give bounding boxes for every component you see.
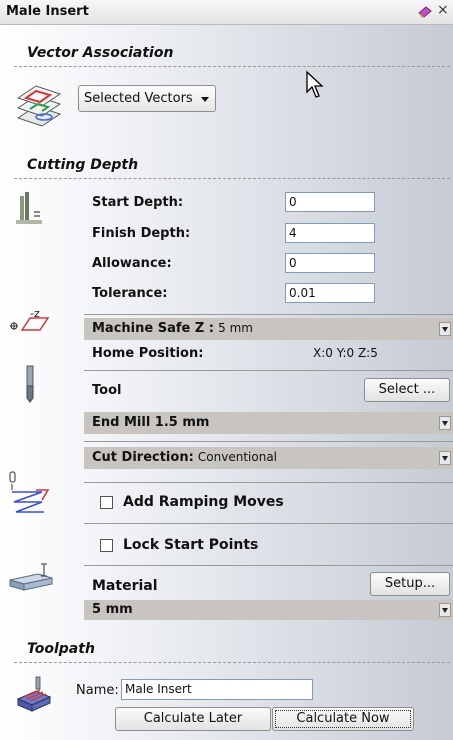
pin-icon[interactable] — [417, 5, 433, 19]
row-separator — [84, 370, 453, 371]
toolpath-name-input[interactable]: Male Insert — [121, 679, 313, 700]
cutting-depth-heading: Cutting Depth — [27, 157, 139, 173]
machine-safe-z-bar[interactable]: Machine Safe Z : 5 mm — [84, 318, 453, 340]
tolerance-input[interactable]: 0.01 — [285, 283, 375, 303]
mouse-cursor-icon — [306, 70, 324, 98]
material-thickness: 5 mm — [92, 602, 133, 617]
cut-direction-value: Conventional — [197, 450, 278, 464]
home-position-value: X:0 Y:0 Z:5 — [313, 346, 378, 360]
safe-z-icon: -z — [10, 307, 50, 331]
row-separator — [84, 482, 453, 483]
row-separator — [84, 314, 453, 315]
lock-start-points-checkbox[interactable] — [100, 539, 113, 552]
finish-depth-input[interactable]: 4 — [285, 223, 375, 243]
title-bar: Male Insert × — [0, 0, 453, 25]
cut-direction-text: Cut Direction: Conventional — [92, 450, 277, 465]
allowance-input[interactable]: 0 — [285, 253, 375, 273]
ramping-icon — [9, 471, 50, 513]
tolerance-label: Tolerance: — [92, 286, 168, 301]
add-ramping-checkbox[interactable] — [100, 496, 113, 509]
section-divider — [14, 66, 450, 67]
select-tool-button[interactable]: Select ... — [364, 378, 450, 402]
expand-arrow-icon[interactable] — [439, 603, 451, 617]
lock-start-points-label: Lock Start Points — [123, 537, 259, 553]
material-setup-button[interactable]: Setup... — [370, 572, 450, 596]
row-separator — [84, 523, 453, 524]
machine-safe-z-text: Machine Safe Z : 5 mm — [92, 321, 253, 336]
layers-icon — [16, 85, 62, 127]
home-position-label: Home Position: — [92, 346, 204, 361]
toolpath-icon — [16, 676, 52, 712]
section-divider — [14, 662, 450, 663]
tool-name: End Mill 1.5 mm — [92, 415, 210, 430]
material-block-icon — [9, 563, 53, 591]
material-label: Material — [92, 578, 158, 594]
tool-name-bar[interactable]: End Mill 1.5 mm — [84, 412, 453, 434]
calculate-now-button[interactable]: Calculate Now — [272, 707, 414, 731]
toolpath-name-label: Name: — [76, 683, 119, 698]
chevron-down-icon — [201, 97, 209, 102]
allowance-label: Allowance: — [92, 256, 172, 271]
section-divider — [14, 178, 450, 179]
expand-arrow-icon[interactable] — [439, 451, 451, 465]
machine-safe-z-value: 5 mm — [218, 321, 253, 335]
finish-depth-label: Finish Depth: — [92, 226, 191, 241]
row-separator — [84, 441, 453, 442]
vector-association-heading: Vector Association — [27, 45, 174, 61]
calculate-later-button[interactable]: Calculate Later — [115, 707, 271, 731]
start-depth-input[interactable]: 0 — [285, 192, 375, 212]
window-title: Male Insert — [6, 4, 89, 19]
close-icon[interactable]: × — [437, 2, 449, 18]
expand-arrow-icon[interactable] — [439, 322, 451, 336]
machine-safe-z-label: Machine Safe Z : — [92, 321, 215, 336]
vector-selection-value: Selected Vectors — [84, 91, 193, 106]
male-insert-panel: Male Insert × Vector Association Selecte… — [0, 0, 453, 740]
add-ramping-label: Add Ramping Moves — [123, 494, 284, 510]
cutting-depth-icon — [16, 192, 42, 224]
row-separator — [84, 565, 453, 566]
toolpath-heading: Toolpath — [27, 641, 95, 657]
start-depth-label: Start Depth: — [92, 195, 184, 210]
expand-arrow-icon[interactable] — [439, 416, 451, 430]
tool-label: Tool — [92, 383, 122, 398]
end-mill-icon — [26, 365, 34, 403]
cut-direction-bar[interactable]: Cut Direction: Conventional — [84, 447, 453, 469]
vector-selection-dropdown[interactable]: Selected Vectors — [78, 85, 216, 112]
cut-direction-label: Cut Direction: — [92, 450, 194, 465]
material-thickness-bar[interactable]: 5 mm — [84, 600, 453, 620]
